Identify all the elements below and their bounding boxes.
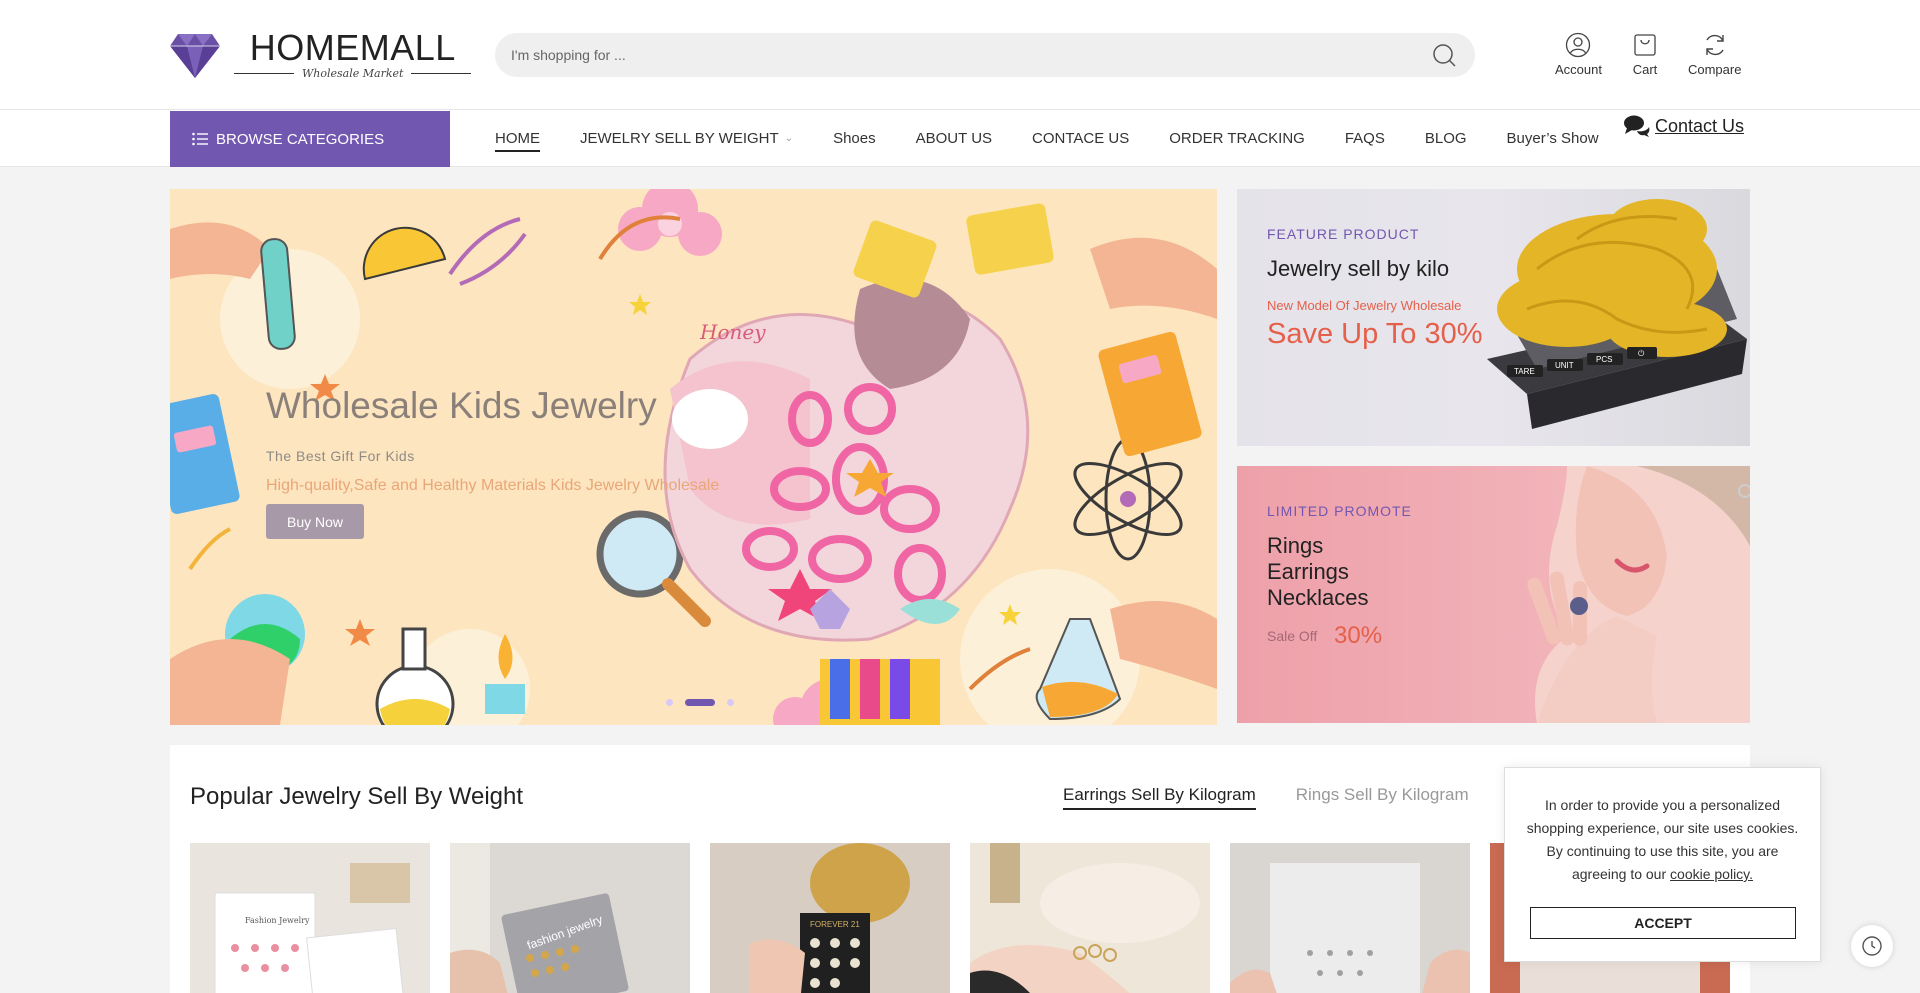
search-icon[interactable] (1431, 42, 1457, 68)
sale-off-label: Sale Off (1267, 628, 1318, 644)
diamond-icon (170, 34, 220, 78)
nav-item-shoes[interactable]: Shoes (833, 130, 876, 147)
pcs-button-label: PCS (1596, 355, 1612, 364)
nav-label: ORDER TRACKING (1169, 130, 1305, 147)
tab-earrings-sell-by-kilogram[interactable]: Earrings Sell By Kilogram (1063, 785, 1256, 810)
nav-menu: HOME JEWELRY SELL BY WEIGHT ⌄ Shoes ABOUT… (495, 110, 1639, 167)
hero-title: Wholesale Kids Jewelry (266, 385, 657, 426)
chat-icon (1624, 115, 1650, 137)
product-image (1230, 843, 1470, 993)
product-image: FOREVER 21 (710, 843, 950, 993)
search-bar (495, 33, 1475, 77)
cookie-message: In order to provide you a personalized s… (1525, 794, 1800, 886)
product-card[interactable]: FOREVER 21 (710, 843, 950, 993)
nav-item-contact-us[interactable]: CONTACE US (1032, 130, 1129, 147)
browse-categories-button[interactable]: BROWSE CATEGORIES (170, 111, 450, 167)
banner-highlight: Save Up To 30% (1267, 318, 1483, 350)
logo-tagline: Wholesale Market (226, 67, 479, 80)
account-label: Account (1555, 62, 1602, 77)
card-text: FOREVER 21 (810, 920, 860, 929)
product-card[interactable]: fashion jewelry (450, 843, 690, 993)
product-tabs: Earrings Sell By Kilogram Rings Sell By … (1063, 785, 1509, 810)
hero-description: High-quality,Safe and Healthy Materials … (266, 477, 720, 494)
contact-us-link[interactable]: Contact Us (1623, 114, 1744, 138)
user-icon (1566, 32, 1591, 58)
nav-label: ABOUT US (915, 130, 993, 147)
nav-item-about-us[interactable]: ABOUT US (916, 130, 992, 147)
nav-item-home[interactable]: HOME (495, 130, 540, 152)
site-header: HOMEMALL Wholesale Market Account Cart (0, 0, 1920, 110)
product-card[interactable] (970, 843, 1210, 993)
logo-wordmark: HOMEMALL (249, 26, 456, 68)
tare-button-label: TARE (1514, 367, 1535, 376)
hero-box-text: Honey (699, 320, 766, 344)
nav-item-faqs[interactable]: FAQS (1345, 130, 1385, 147)
compare-label: Compare (1687, 62, 1742, 77)
product-card[interactable]: Fashion Jewelry (190, 843, 430, 993)
banner-title: Jewelry sell by kilo (1267, 256, 1450, 281)
nav-item-blog[interactable]: BLOG (1425, 130, 1467, 147)
site-logo[interactable]: HOMEMALL Wholesale Market (170, 26, 479, 80)
contact-us-label: Contact Us (1655, 115, 1745, 136)
product-image: Fashion Jewelry (190, 843, 430, 993)
nav-label: Shoes (833, 130, 876, 147)
browse-label: BROWSE CATEGORIES (216, 130, 385, 148)
cookie-consent-popup: In order to provide you a personalized s… (1504, 767, 1821, 962)
hero-subtitle: The Best Gift For Kids (266, 448, 415, 464)
hero-slider[interactable]: Honey Wholesale Kids Jewelry The Best Gi… (170, 189, 1217, 725)
header-actions: Account Cart Compare (1555, 32, 1771, 77)
nav-label: BLOG (1424, 130, 1467, 147)
cookie-policy-link[interactable]: cookie policy. (1670, 866, 1753, 882)
nav-item-order-tracking[interactable]: ORDER TRACKING (1169, 130, 1305, 147)
banner-line: Earrings (1267, 559, 1349, 584)
banner-line: Necklaces (1267, 585, 1369, 610)
compare-button[interactable]: Compare (1688, 32, 1741, 77)
banner-tag: FEATURE PRODUCT (1267, 226, 1420, 242)
tab-rings-sell-by-kilogram[interactable]: Rings Sell By Kilogram (1296, 785, 1469, 805)
buy-now-button[interactable]: Buy Now (266, 504, 364, 539)
card-text: Fashion Jewelry (245, 916, 310, 925)
banner-tag: LIMITED PROMOTE (1267, 503, 1412, 519)
main-nav: BROWSE CATEGORIES HOME JEWELRY SELL BY W… (0, 110, 1920, 167)
product-image: fashion jewelry (450, 843, 690, 993)
refresh-icon (1706, 34, 1724, 56)
cart-icon (1634, 34, 1656, 56)
nav-label: Buyer’s Show (1506, 130, 1599, 147)
chevron-down-icon: ⌄ (784, 133, 794, 144)
banner-subtitle: New Model Of Jewelry Wholesale (1267, 298, 1462, 313)
slider-dot[interactable] (666, 699, 673, 706)
unit-button-label: UNIT (1555, 361, 1574, 370)
nav-label: FAQS (1344, 130, 1385, 147)
nav-item-buyers-show[interactable]: Buyer’s Show (1507, 130, 1599, 147)
slider-dot-active[interactable] (685, 699, 715, 706)
search-input[interactable] (511, 47, 1431, 63)
nav-item-jewelry-sell-by-weight[interactable]: JEWELRY SELL BY WEIGHT ⌄ (580, 130, 793, 147)
cart-button[interactable]: Cart (1632, 32, 1658, 77)
nav-label: JEWELRY SELL BY WEIGHT (580, 130, 779, 147)
banner-line: Rings (1267, 533, 1324, 558)
nav-label: HOME (495, 130, 540, 147)
recently-viewed-button[interactable] (1851, 925, 1893, 967)
product-image (970, 843, 1210, 993)
account-button[interactable]: Account (1555, 32, 1602, 77)
accept-cookies-button[interactable]: ACCEPT (1530, 907, 1796, 939)
feature-product-banner[interactable]: TARE UNIT PCS ⏻ FEATURE PRODUCT Jewelry … (1237, 189, 1750, 446)
history-icon (1862, 936, 1882, 956)
sale-off-value: 30% (1334, 622, 1383, 649)
cookie-text: In order to provide you a personalized s… (1526, 797, 1799, 882)
limited-promote-banner[interactable]: LIMITED PROMOTE Rings Earrings Necklaces… (1237, 466, 1750, 723)
power-button-label: ⏻ (1638, 349, 1645, 358)
product-card[interactable] (1230, 843, 1470, 993)
list-icon (192, 132, 208, 146)
cart-label: Cart (1632, 62, 1658, 77)
slider-dot[interactable] (727, 699, 734, 706)
slider-dots (660, 699, 740, 706)
nav-label: CONTACE US (1032, 130, 1130, 147)
section-title: Popular Jewelry Sell By Weight (190, 783, 524, 810)
